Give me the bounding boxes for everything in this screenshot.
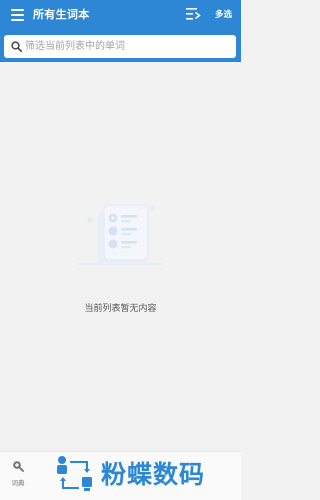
list-sort-icon[interactable] <box>186 7 201 21</box>
empty-list-illustration <box>76 204 164 265</box>
multi-select-button[interactable]: 多选 <box>215 8 232 20</box>
empty-state-message: 当前列表暂无内容 <box>84 304 157 314</box>
nav-item-label: 词典 <box>11 479 25 487</box>
app-bar: 所有生词本 多选 <box>0 0 241 62</box>
dictionary-search-icon <box>13 461 24 472</box>
watermark-text: 粉蝶数码 <box>101 460 206 489</box>
menu-icon[interactable] <box>11 9 24 21</box>
nav-item-dictionary[interactable]: 词典 <box>7 460 29 490</box>
watermark-logo <box>57 456 92 491</box>
search-icon <box>11 41 22 52</box>
page-title: 所有生词本 <box>33 8 90 21</box>
search-bar[interactable] <box>4 35 236 58</box>
search-input[interactable] <box>25 38 230 55</box>
